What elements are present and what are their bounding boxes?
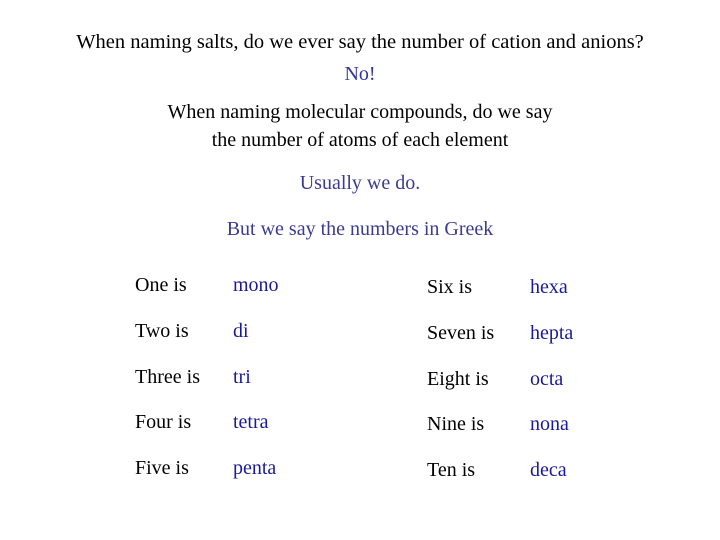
number-label: Five is [135, 457, 189, 480]
number-label: Six is [427, 276, 473, 298]
prefix-value: hepta [530, 321, 574, 344]
prefix-value: hexa [530, 276, 568, 298]
table-row: Four is tetra [135, 411, 279, 457]
table-row: Five is penta [135, 457, 279, 503]
molecular-question-line-1: When naming molecular compounds, do we s… [167, 101, 553, 123]
salt-naming-question: When naming salts, do we ever say the nu… [76, 31, 644, 53]
prefix-value: mono [233, 274, 279, 296]
prefix-value: penta [233, 457, 277, 480]
molecular-question-line-2: the number of atoms of each element [211, 129, 509, 151]
table-row: Ten is deca [427, 459, 573, 505]
prefix-value: nona [530, 413, 569, 436]
table-row: Three is tri [135, 366, 279, 412]
number-label: Seven is [427, 321, 495, 344]
number-label: Four is [135, 411, 192, 434]
number-label: Nine is [427, 413, 485, 436]
number-label: One is [135, 274, 187, 296]
number-label: Ten is [427, 459, 476, 482]
table-row: Seven is hepta [427, 322, 573, 368]
number-label: Two is [135, 319, 189, 342]
table-row: Two is di [135, 320, 279, 366]
table-row: Nine is nona [427, 413, 573, 459]
table-row: One is mono [135, 274, 279, 320]
number-label: Three is [135, 365, 200, 388]
molecular-answer: Usually we do. [299, 172, 421, 194]
table-row: Six is hexa [427, 276, 573, 322]
number-label: Eight is [427, 367, 489, 390]
prefix-value: tri [233, 365, 251, 388]
table-row: Eight is octa [427, 368, 573, 414]
prefix-value: deca [530, 459, 567, 482]
prefix-value: octa [530, 367, 564, 390]
prefix-value: tetra [233, 411, 269, 434]
greek-prefix-table: One is mono Two is di Three is tri Four is t… [0, 274, 720, 514]
prefix-table-right-column: Six is hexa Seven is hepta Eight is octa Ni… [427, 276, 573, 505]
slide-canvas: When naming salts, do we ever say the nu… [0, 0, 720, 540]
prefix-value: di [233, 319, 249, 342]
greek-numbers-note: But we say the numbers in Greek [226, 218, 494, 240]
salt-naming-answer: No! [344, 63, 376, 85]
prefix-table-left-column: One is mono Two is di Three is tri Four is t… [135, 274, 279, 503]
